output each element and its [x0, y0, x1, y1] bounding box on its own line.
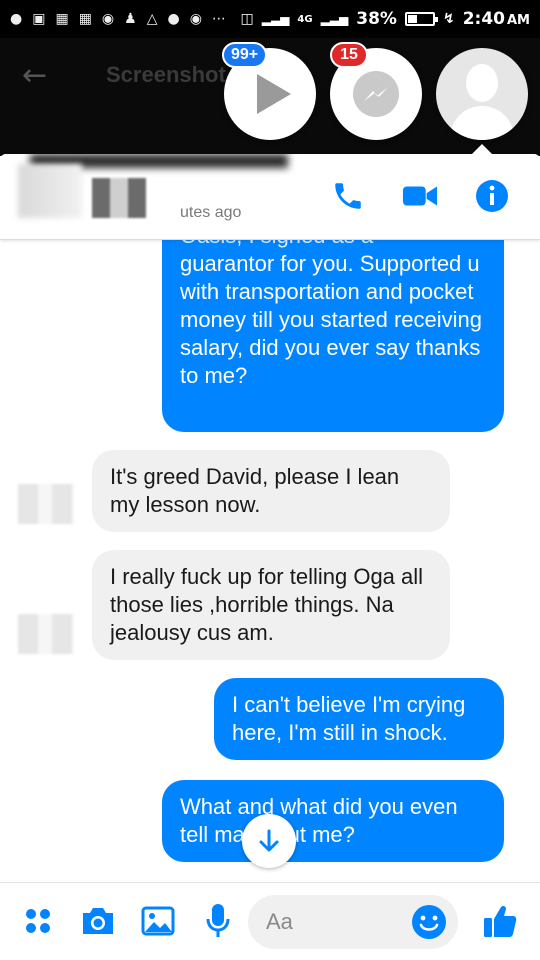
battery-fill — [407, 15, 417, 23]
person-icon: ♟ — [124, 11, 137, 27]
play-icon — [257, 74, 291, 114]
message-text: I can't believe I'm crying here, I'm sti… — [232, 692, 466, 745]
grid-icon: ▦ — [78, 11, 92, 27]
chat-panel: utes ago Oasis, I signed as a guarantor … — [0, 154, 540, 960]
message-bubble-sent[interactable]: What and what did you even tell ma about… — [162, 780, 504, 862]
emoji-icon[interactable] — [410, 903, 448, 941]
message-text: It's greed David, please I lean my lesso… — [110, 464, 400, 517]
message-text: What and what did you even tell ma about… — [180, 794, 458, 847]
chat-head-pointer — [472, 144, 492, 154]
signal-icon: ▂▃▅ — [261, 12, 290, 26]
messenger-badge: 15 — [330, 42, 368, 68]
message-input-pill[interactable] — [248, 895, 458, 949]
message-text: guarantor for you. Supported u with tran… — [180, 251, 483, 388]
mic-icon[interactable] — [198, 901, 238, 941]
chat-icon: ● — [167, 11, 180, 27]
status-bar: ● ▣ ▦ ▦ ◉ ♟ △ ● ◉ ⋯ ◫ ▂▃▅ 4G ▂▃▅ 38% ↯ 2… — [0, 0, 540, 38]
battery-icon — [404, 12, 438, 26]
messenger-icon — [353, 71, 399, 117]
notification-icons: ● ▣ ▦ ▦ ◉ ♟ △ ● ◉ ⋯ — [10, 11, 226, 27]
messenger-icon: ◉ — [189, 11, 202, 27]
network-type: 4G — [297, 13, 313, 25]
more-dots-icon[interactable] — [18, 901, 58, 941]
thumbs-up-icon[interactable] — [480, 901, 520, 941]
charging-icon: ↯ — [442, 11, 455, 27]
composer-bar — [0, 882, 540, 960]
overflow-dots-icon: ⋯ — [211, 11, 226, 27]
chat-head-messenger[interactable]: 15 — [330, 42, 422, 140]
battery-percent: 38% — [356, 9, 397, 29]
message-input[interactable] — [266, 905, 406, 939]
scroll-down-arrow-icon — [259, 829, 279, 852]
video-icon[interactable] — [402, 178, 438, 214]
gallery-icon: ▣ — [32, 11, 46, 27]
messenger-icon: ◉ — [101, 11, 115, 27]
redacted-name — [92, 178, 146, 218]
whatsapp-icon: ● — [10, 11, 23, 27]
active-status: utes ago — [180, 204, 242, 221]
warning-icon: △ — [146, 11, 158, 27]
phone-icon[interactable] — [330, 178, 366, 214]
signal-icon: ▂▃▅ — [320, 12, 349, 26]
avatar-body — [450, 106, 514, 140]
redacted-sender-avatar — [18, 484, 74, 524]
back-arrow-icon[interactable]: ← — [22, 58, 47, 93]
headset-icon: ◫ — [240, 11, 254, 27]
message-text: I really fuck up for telling Oga all tho… — [110, 564, 424, 645]
chat-head-video[interactable]: 99+ — [222, 42, 316, 140]
clock: 2:40 AM — [462, 9, 530, 29]
grid-icon: ▦ — [55, 11, 69, 27]
message-bubble-sent[interactable]: I can't believe I'm crying here, I'm sti… — [214, 678, 504, 760]
status-right: ◫ ▂▃▅ 4G ▂▃▅ 38% ↯ 2:40 AM — [240, 9, 530, 29]
redacted-avatar — [18, 164, 82, 218]
chat-head-profile[interactable] — [436, 48, 528, 140]
avatar-icon — [466, 64, 498, 102]
scroll-down-button[interactable] — [242, 814, 296, 868]
image-icon[interactable] — [138, 901, 178, 941]
redacted-sender-avatar — [18, 614, 74, 654]
video-badge: 99+ — [222, 42, 268, 68]
info-icon[interactable] — [474, 178, 510, 214]
message-bubble-received[interactable]: It's greed David, please I lean my lesso… — [92, 450, 450, 532]
conversation-header: utes ago — [0, 154, 540, 240]
camera-icon[interactable] — [78, 901, 118, 941]
underlying-app-title: Screenshot — [106, 62, 226, 87]
message-bubble-sent[interactable]: Oasis, I signed as a guarantor for you. … — [162, 220, 504, 432]
message-bubble-received[interactable]: I really fuck up for telling Oga all tho… — [92, 550, 450, 660]
